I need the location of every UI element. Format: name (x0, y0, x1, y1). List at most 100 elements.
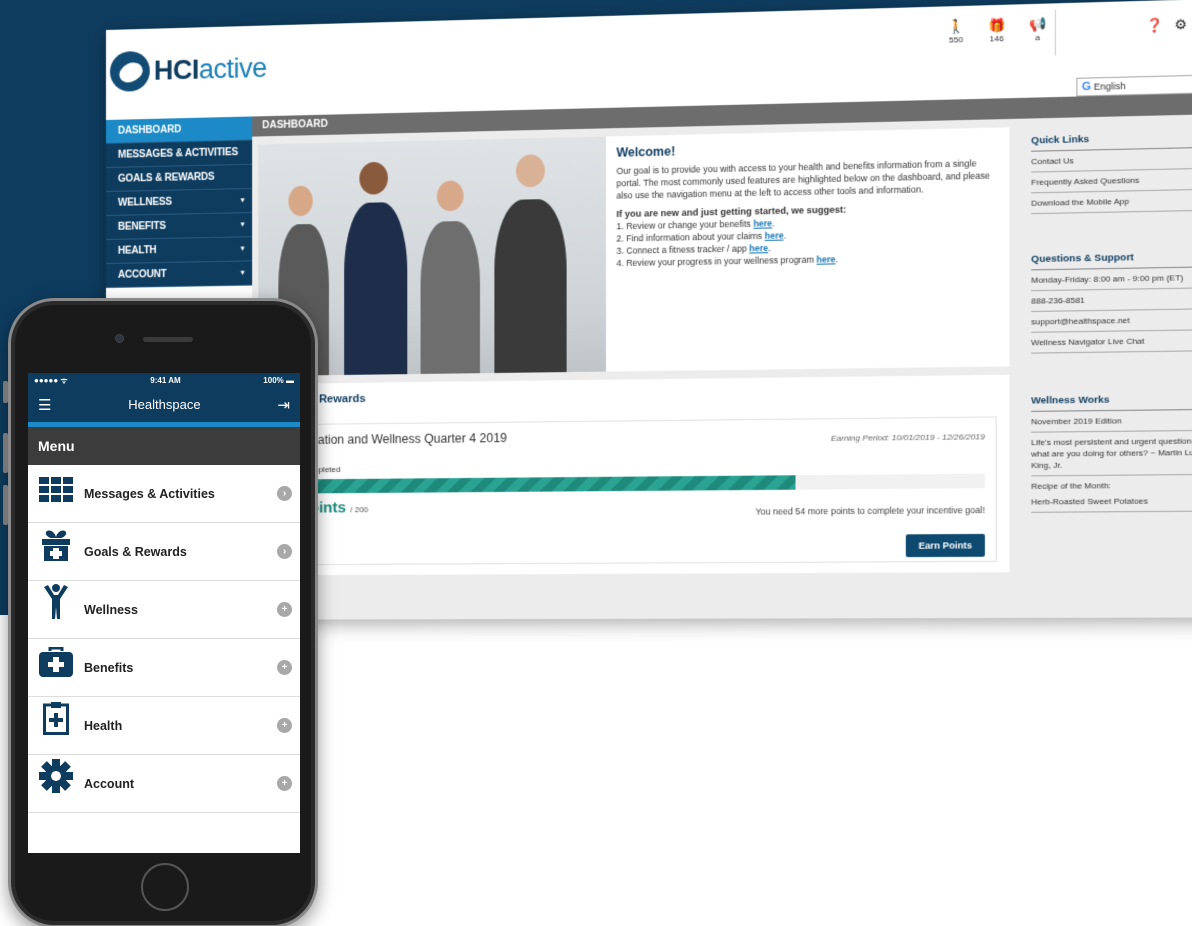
menu-item-wellness[interactable]: Wellness + (28, 581, 300, 639)
fitness-tracker-link[interactable]: here (749, 243, 768, 254)
sidebar-item-goals[interactable]: GOALS & REWARDS (106, 164, 253, 192)
mobile-app-link[interactable]: Download the Mobile App (1031, 189, 1192, 215)
welcome-text: Welcome! Our goal is to provide you with… (616, 138, 998, 269)
earn-points-button[interactable]: Earn Points (905, 533, 985, 558)
support-hours: Monday-Friday: 8:00 am - 9:00 pm (ET) (1031, 267, 1192, 292)
menu-item-goals[interactable]: Goals & Rewards › (28, 523, 300, 581)
menu-item-account[interactable]: Account + (28, 755, 300, 813)
sidebar-item-label: HEALTH (117, 245, 157, 257)
walker-icon: 🚶 (947, 18, 965, 35)
menu-item-label: Health (84, 718, 123, 733)
menu-item-label: Messages & Activities (84, 486, 215, 501)
wellness-progress-link[interactable]: here (817, 254, 836, 265)
edition-link[interactable]: November 2019 Edition (1031, 409, 1192, 433)
phone-volume-down (3, 485, 8, 525)
welcome-card: Welcome! Our goal is to provide you with… (258, 127, 1010, 377)
hamburger-menu-icon[interactable]: ☰ (38, 396, 51, 414)
menu-item-label: Wellness (84, 602, 138, 617)
phone-volume-up (3, 433, 8, 473)
stat-messages[interactable]: 📢 a (1025, 16, 1051, 43)
chevron-down-icon: ▾ (240, 197, 245, 205)
points-display: oints / 200 (309, 499, 369, 517)
camera-icon (115, 334, 124, 343)
grid-icon (28, 465, 84, 523)
support-panel: Questions & Support Monday-Friday: 8:00 … (1022, 241, 1192, 358)
signal-icon: ●●●●● ᯤ (34, 375, 68, 385)
help-icon[interactable]: ❓ (1146, 17, 1164, 34)
chevron-down-icon: ▾ (240, 221, 245, 229)
welcome-title: Welcome! (616, 144, 676, 160)
stat-value: 146 (989, 33, 1004, 44)
support-email[interactable]: support@healthspace.net (1031, 309, 1192, 333)
logout-icon[interactable]: ⇥ (277, 396, 290, 414)
header-icons: ❓ ⚙ ⇥ (1146, 16, 1192, 34)
menu-item-health[interactable]: Health + (28, 697, 300, 755)
progress-bar-fill (299, 475, 796, 494)
app-bar: ☰ Healthspace ⇥ (28, 387, 300, 427)
wellness-works-title: Wellness Works (1031, 388, 1192, 412)
sidebar-item-label: MESSAGES & ACTIVITIES (117, 146, 238, 161)
sidebar-item-label: GOALS & REWARDS (117, 171, 215, 185)
menu-item-benefits[interactable]: Benefits + (28, 639, 300, 697)
gift-icon (28, 523, 84, 581)
menu-item-label: Account (84, 776, 134, 791)
benefits-link[interactable]: here (753, 218, 772, 229)
support-title: Questions & Support (1031, 246, 1192, 271)
app-title: Healthspace (128, 397, 201, 412)
stat-value: 550 (948, 34, 964, 45)
person-icon (28, 581, 84, 639)
chevron-right-icon: › (277, 486, 292, 501)
megaphone-icon: 📢 (1028, 16, 1047, 33)
status-bar: ●●●●● ᯤ 9:41 AM 100% ▬ (28, 373, 300, 387)
sidebar-item-messages[interactable]: MESSAGES & ACTIVITIES (106, 140, 253, 168)
stats-bar: 🚶 550 🎁 146 📢 a (943, 16, 1050, 45)
menu-item-label: Goals & Rewards (84, 544, 187, 559)
medkit-icon (28, 639, 84, 697)
support-phone[interactable]: 888-236-8581 (1031, 288, 1192, 313)
logo-text: HCIactive (153, 52, 267, 86)
language-label: English (1093, 80, 1126, 92)
quick-links-panel: Quick Links Contact Us Frequently Asked … (1022, 122, 1192, 219)
sidebar-item-benefits[interactable]: BENEFITS ▾ (106, 213, 253, 240)
sidebar-item-label: DASHBOARD (117, 124, 182, 137)
stat-steps[interactable]: 🚶 550 (943, 18, 969, 45)
stat-rewards[interactable]: 🎁 146 (984, 17, 1010, 44)
live-chat-link[interactable]: Wellness Navigator Live Chat (1031, 330, 1192, 354)
menu-item-messages[interactable]: Messages & Activities › (28, 465, 300, 523)
chevron-right-icon: › (277, 544, 292, 559)
phone-home-button[interactable] (141, 863, 189, 911)
phone-mute-switch (3, 381, 8, 403)
phone-earpiece (143, 337, 193, 342)
chevron-down-icon: ▾ (240, 269, 245, 277)
status-time: 9:41 AM (150, 375, 181, 385)
stat-value: a (1035, 32, 1040, 43)
header-divider (1054, 9, 1056, 56)
quote-text: Life's most persistent and urgent questi… (1031, 430, 1192, 477)
sidebar: DASHBOARD MESSAGES & ACTIVITIES GOALS & … (106, 116, 253, 288)
google-icon: G (1081, 80, 1092, 94)
sidebar-item-health[interactable]: HEALTH ▾ (106, 237, 253, 264)
phone-mockup: ●●●●● ᯤ 9:41 AM 100% ▬ ☰ Healthspace ⇥ M… (3, 298, 318, 926)
logo-mark-icon (109, 50, 150, 92)
menu-header: Menu (28, 427, 300, 465)
sidebar-item-wellness[interactable]: WELLNESS ▾ (106, 188, 253, 216)
recipe-name[interactable]: Herb-Roasted Sweet Potatoes (1031, 490, 1192, 513)
language-select[interactable]: G English ▼ (1076, 74, 1192, 97)
plus-circle-icon: + (277, 718, 292, 733)
gear-icon (28, 755, 84, 813)
sidebar-item-dashboard[interactable]: DASHBOARD (106, 116, 253, 144)
hciactive-logo[interactable]: HCIactive (109, 48, 267, 92)
welcome-body: Our goal is to provide you with access t… (616, 158, 991, 201)
battery-icon: 100% ▬ (263, 375, 294, 385)
claims-link[interactable]: here (765, 230, 784, 241)
gift-icon: 🎁 (988, 17, 1006, 34)
recipe-block[interactable]: Recipe of the Month: (1031, 475, 1192, 492)
menu-item-label: Benefits (84, 660, 134, 675)
sidebar-item-account[interactable]: ACCOUNT ▾ (106, 261, 253, 288)
program-title: cation and Wellness Quarter 4 2019 (311, 430, 507, 447)
phone-screen: ●●●●● ᯤ 9:41 AM 100% ▬ ☰ Healthspace ⇥ M… (28, 373, 300, 853)
plus-circle-icon: + (277, 776, 292, 791)
gear-icon[interactable]: ⚙ (1174, 16, 1187, 33)
progress-bar (299, 473, 985, 494)
points-needed-text: You need 54 more points to complete your… (755, 504, 985, 517)
